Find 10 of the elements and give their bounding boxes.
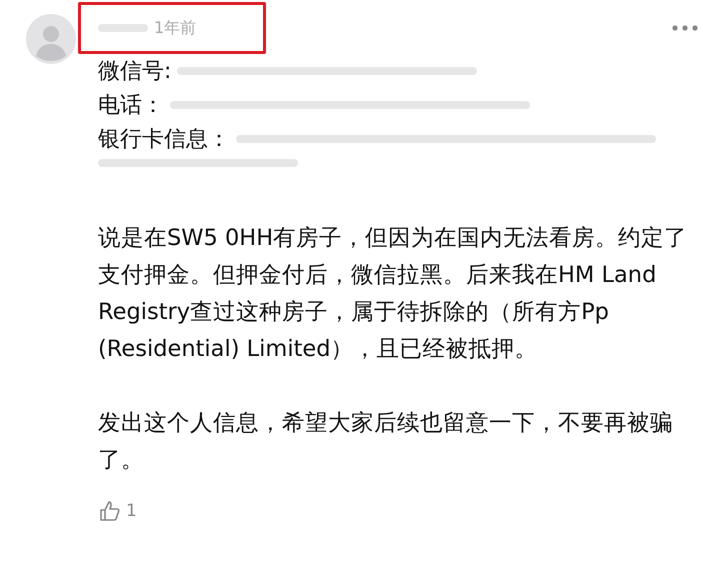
more-icon[interactable] [672, 25, 698, 31]
comment-time: 1年前 [154, 18, 196, 38]
comment-paragraph: 说是在SW5 0HH有房子，但因为在国内无法看房。约定了支付押金。但押金付后，微信拉黑。后来我在HM Land Registry查过这种房子，属于待拆除的（所有方Pp (Residential) Limited），且已经被抵押。 [98, 224, 688, 364]
thumbs-up-icon[interactable] [98, 499, 122, 523]
comment-paragraph: 发出这个人信息，希望大家后续也留意一下，不要再被骗了。 [98, 409, 674, 475]
like-count: 1 [126, 501, 137, 521]
field-label: 电话： [98, 92, 164, 120]
field-label: 银行卡信息： [98, 126, 230, 154]
redaction-mark [98, 21, 148, 35]
field-label: 微信号: [98, 58, 172, 86]
